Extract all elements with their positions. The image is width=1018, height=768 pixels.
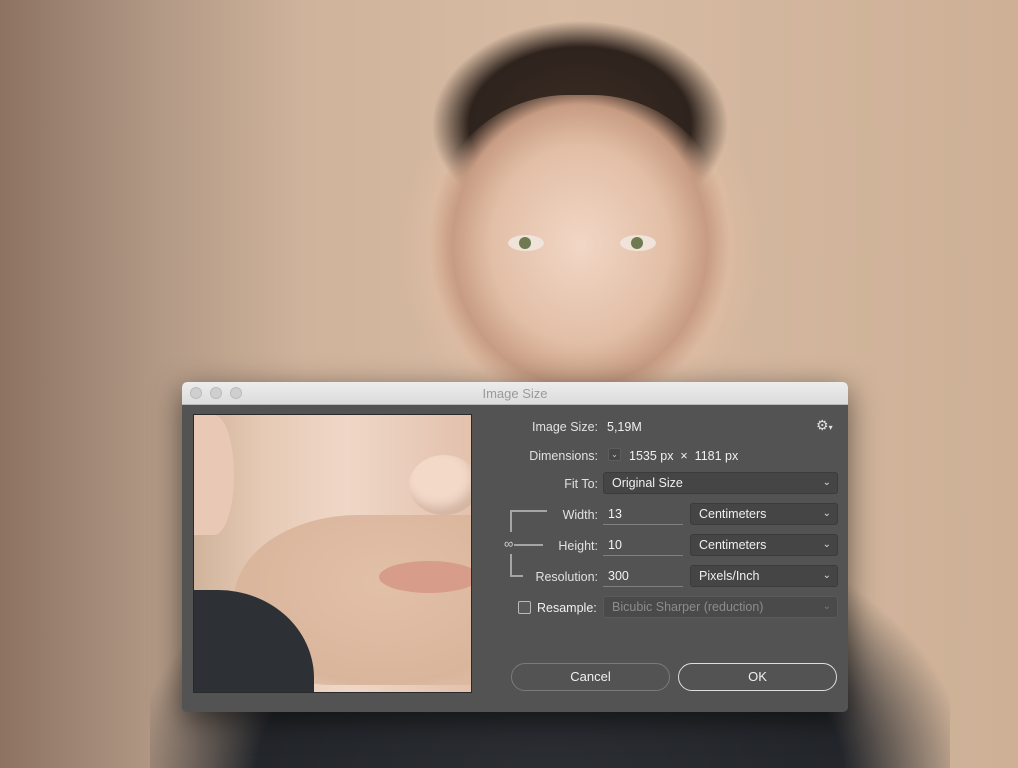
height-input[interactable]: 10 — [603, 534, 683, 556]
fit-to-value: Original Size — [612, 476, 683, 490]
image-size-label: Image Size: — [531, 420, 598, 434]
resolution-label: Resolution: — [535, 570, 598, 584]
width-input[interactable]: 13 — [603, 503, 683, 525]
image-size-dialog: Image Size Image Size: 5,19M ⚙▾ Dimensio… — [182, 382, 848, 712]
resample-method-select: Bicubic Sharper (reduction) ⌄ — [603, 596, 838, 618]
photo-eye-right — [620, 235, 656, 251]
chevron-down-icon: ⌄ — [822, 539, 831, 550]
dimensions-units-dropdown[interactable]: ⌄ — [608, 448, 621, 461]
dimensions-label: Dimensions: — [529, 449, 598, 463]
preview-ear — [194, 415, 234, 535]
height-label: Height: — [558, 539, 598, 553]
preview-nose — [409, 455, 471, 515]
chevron-down-icon: ⌄ — [822, 601, 831, 612]
width-unit-select[interactable]: Centimeters ⌄ — [690, 503, 838, 525]
image-preview[interactable] — [193, 414, 472, 693]
chevron-down-icon: ⌄ — [822, 477, 831, 488]
width-label: Width: — [562, 508, 598, 522]
width-unit-value: Centimeters — [699, 507, 767, 521]
resample-label: Resample: — [537, 601, 597, 615]
fit-to-select[interactable]: Original Size ⌄ — [603, 472, 838, 494]
chevron-down-icon: ⌄ — [822, 508, 831, 519]
image-size-value: 5,19M — [607, 420, 642, 434]
ok-button[interactable]: OK — [678, 663, 837, 691]
resample-method-value: Bicubic Sharper (reduction) — [612, 600, 764, 614]
height-unit-value: Centimeters — [699, 538, 767, 552]
fit-to-label: Fit To: — [564, 477, 598, 491]
dimensions-value: 1535 px × 1181 px — [629, 449, 739, 463]
photo-eye-left — [508, 235, 544, 251]
chevron-down-icon: ⌄ — [822, 570, 831, 581]
preview-lips — [379, 561, 471, 593]
dialog-title: Image Size — [482, 386, 548, 401]
photo-face — [430, 95, 730, 395]
gear-icon[interactable]: ⚙▾ — [816, 417, 833, 434]
resolution-unit-value: Pixels/Inch — [699, 569, 760, 583]
cancel-button[interactable]: Cancel — [511, 663, 670, 691]
height-unit-select[interactable]: Centimeters ⌄ — [690, 534, 838, 556]
resolution-input[interactable]: 300 — [603, 565, 683, 587]
resolution-unit-select[interactable]: Pixels/Inch ⌄ — [690, 565, 838, 587]
resample-checkbox[interactable] — [518, 601, 531, 614]
dialog-titlebar: Image Size — [182, 382, 848, 405]
